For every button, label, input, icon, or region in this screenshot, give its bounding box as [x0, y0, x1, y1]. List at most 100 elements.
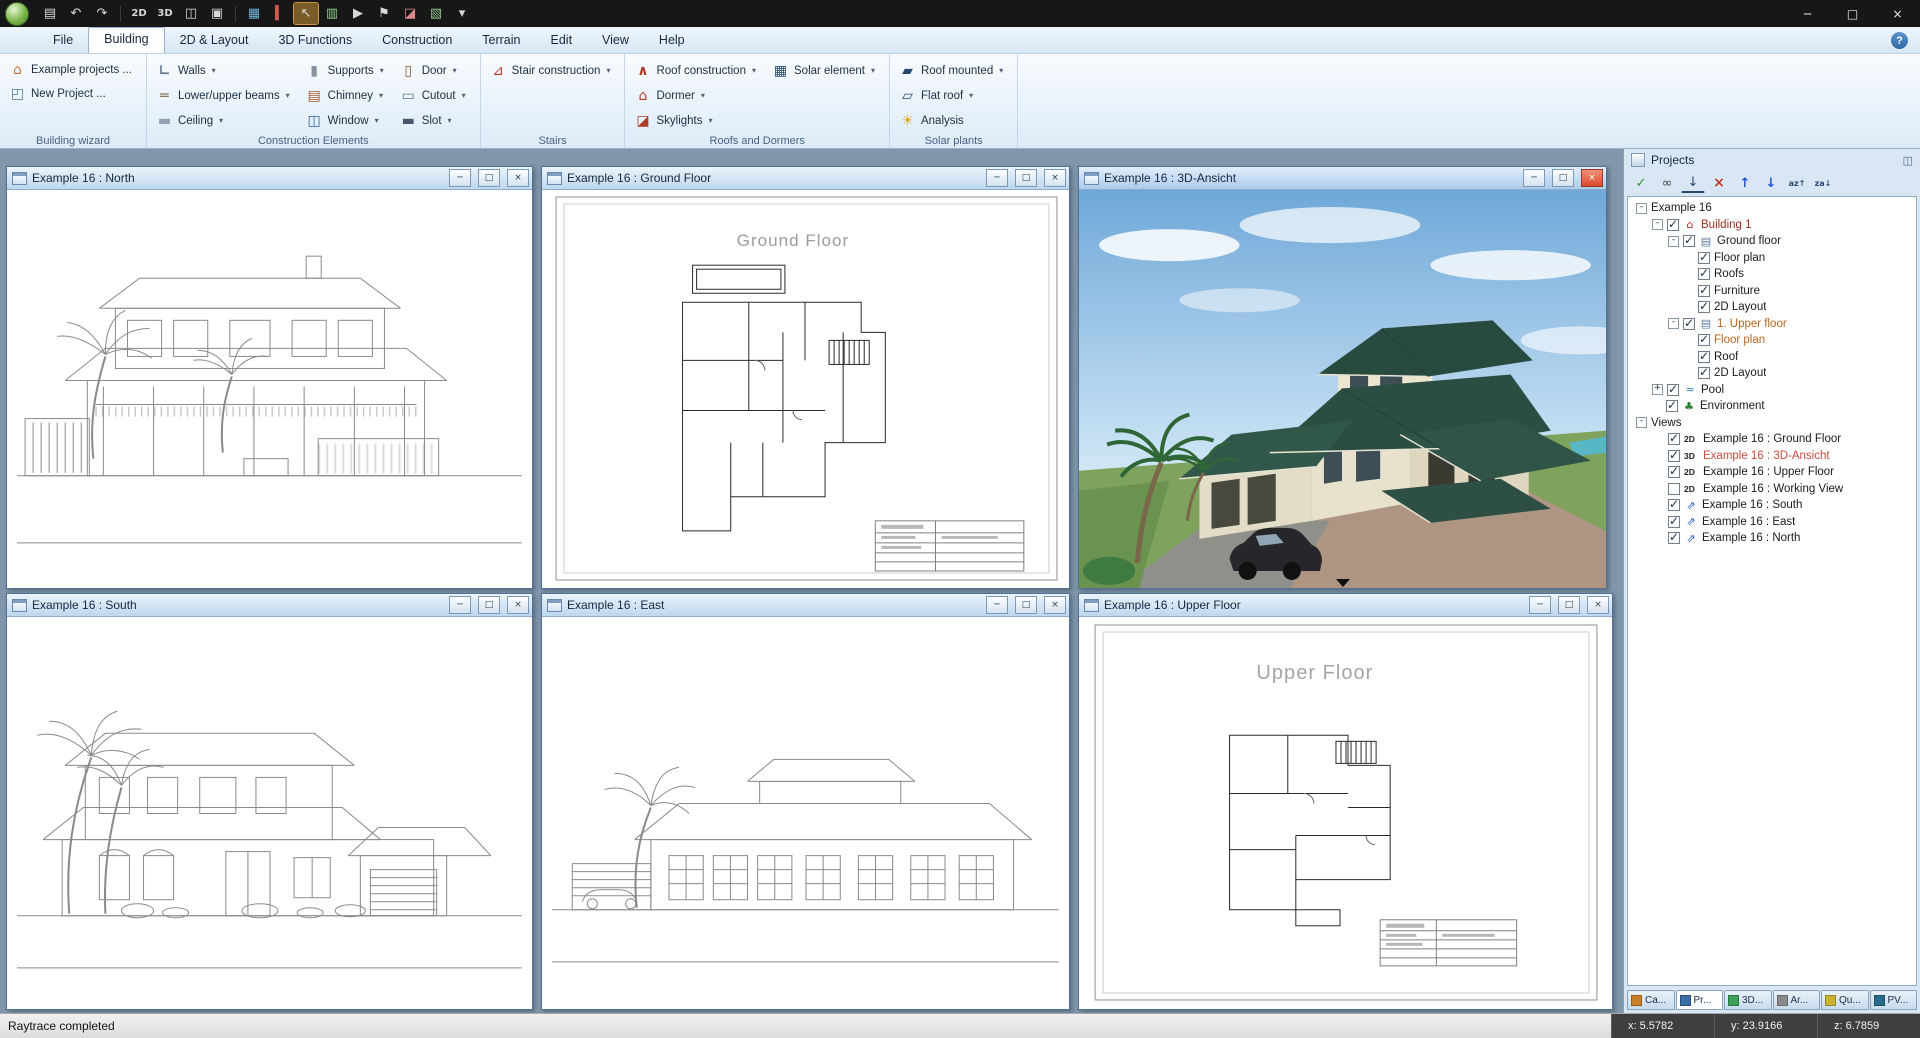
new-project-button[interactable]: New Project ... — [9, 82, 132, 106]
minimize-icon[interactable]: ─ — [1785, 0, 1830, 27]
checkbox[interactable] — [1668, 433, 1680, 445]
drawing-canvas-upper-floor[interactable]: Upper Floor — [1079, 617, 1612, 1009]
window-titlebar[interactable]: Example 16 : Ground Floor ─ □ × — [542, 167, 1069, 190]
tree-item[interactable]: 2D Layout — [1628, 365, 1916, 382]
tree-item-views[interactable]: Views — [1628, 415, 1916, 432]
checkbox[interactable] — [1666, 400, 1678, 412]
project-tree[interactable]: Example 16 ⌂ Building 1 ▤ Ground floor F… — [1627, 196, 1917, 986]
panel-tab-area[interactable]: Ar... — [1773, 990, 1821, 1010]
tree-item-view-ground-floor[interactable]: 2D Example 16 : Ground Floor — [1628, 431, 1916, 448]
close-icon[interactable]: × — [1875, 0, 1920, 27]
minimize-button[interactable]: ─ — [986, 596, 1008, 614]
move-down-icon[interactable]: ↓ — [1759, 172, 1783, 194]
flag-icon[interactable]: ⚑ — [372, 3, 396, 24]
checkbox[interactable] — [1667, 384, 1679, 396]
panel-tab-catalog[interactable]: Ca... — [1627, 990, 1675, 1010]
checkbox[interactable] — [1698, 351, 1710, 363]
pointer-icon[interactable]: ▶ — [346, 3, 370, 24]
solar-element-button[interactable]: Solar element▾ — [772, 59, 875, 83]
tab-terrain[interactable]: Terrain — [467, 29, 535, 53]
tab-construction[interactable]: Construction — [367, 29, 467, 53]
tile-windows-icon[interactable]: ◫ — [179, 3, 203, 24]
undo-icon[interactable]: ↶ — [64, 3, 88, 24]
tree-item[interactable]: Roofs — [1628, 266, 1916, 283]
window-titlebar[interactable]: Example 16 : South ─ □ × — [7, 594, 532, 617]
new-document-icon[interactable]: ▤ — [38, 3, 62, 24]
collapse-icon[interactable] — [1668, 318, 1679, 329]
tree-item-view-upper-floor[interactable]: 2D Example 16 : Upper Floor — [1628, 464, 1916, 481]
view-2d-icon[interactable]: 2D — [127, 3, 151, 24]
roof-mounted-button[interactable]: Roof mounted▾ — [899, 59, 1003, 83]
checkbox[interactable] — [1698, 252, 1710, 264]
analysis-button[interactable]: Analysis — [899, 109, 1003, 133]
close-button[interactable]: × — [507, 596, 529, 614]
maximize-button[interactable]: □ — [1552, 169, 1574, 187]
tab-building[interactable]: Building — [88, 27, 164, 53]
sort-asc-icon[interactable]: az↑ — [1785, 172, 1809, 194]
checkbox[interactable] — [1698, 367, 1710, 379]
walls-button[interactable]: Walls▾ — [156, 59, 290, 83]
redo-icon[interactable]: ↷ — [90, 3, 114, 24]
tab-view[interactable]: View — [587, 29, 644, 53]
chimney-button[interactable]: Chimney▾ — [306, 84, 384, 108]
tree-item[interactable]: Furniture — [1628, 283, 1916, 300]
panel-tab-projects[interactable]: Pr... — [1676, 990, 1724, 1010]
window-titlebar[interactable]: Example 16 : Upper Floor ─ □ × — [1079, 594, 1612, 617]
select-icon[interactable]: ↖ — [294, 3, 318, 24]
tree-item-environment[interactable]: ♣ Environment — [1628, 398, 1916, 415]
panel-tab-pv[interactable]: PV... — [1870, 990, 1918, 1010]
close-button[interactable]: × — [1044, 169, 1066, 187]
checkbox[interactable] — [1698, 285, 1710, 297]
render-canvas-3d[interactable] — [1079, 190, 1606, 588]
maximize-icon[interactable]: □ — [1830, 0, 1875, 27]
panel-tab-3d[interactable]: 3D... — [1724, 990, 1772, 1010]
tree-item-building-1[interactable]: ⌂ Building 1 — [1628, 217, 1916, 234]
close-button[interactable]: × — [1587, 596, 1609, 614]
stair-construction-button[interactable]: Stair construction▾ — [490, 59, 611, 83]
door-button[interactable]: Door▾ — [400, 59, 466, 83]
checkbox[interactable] — [1698, 268, 1710, 280]
lower-upper-beams-button[interactable]: Lower/upper beams▾ — [156, 84, 290, 108]
draw-icon[interactable]: ▍ — [268, 3, 292, 24]
expand-icon[interactable] — [1652, 384, 1663, 395]
panel-tab-quantities[interactable]: Qu... — [1821, 990, 1869, 1010]
minimize-button[interactable]: ─ — [449, 596, 471, 614]
checkbox[interactable] — [1668, 516, 1680, 528]
skylights-button[interactable]: Skylights▾ — [634, 109, 756, 133]
drawing-canvas-ground-floor[interactable]: Ground Floor — [542, 190, 1069, 588]
import-icon[interactable]: ↓ — [1681, 174, 1705, 193]
texture-icon[interactable]: ▧ — [424, 3, 448, 24]
collapse-icon[interactable] — [1668, 236, 1679, 247]
tab-edit[interactable]: Edit — [536, 29, 588, 53]
tree-item-view-east[interactable]: ⇗ Example 16 : East — [1628, 514, 1916, 531]
drawing-canvas-north[interactable] — [7, 190, 532, 588]
delete-icon[interactable]: × — [1707, 172, 1731, 194]
tree-item-upper-floor[interactable]: ▤ 1. Upper floor — [1628, 316, 1916, 333]
tree-item-pool[interactable]: ≈ Pool — [1628, 382, 1916, 399]
tree-item[interactable]: Floor plan — [1628, 332, 1916, 349]
chart-icon[interactable]: ▥ — [320, 3, 344, 24]
maximize-button[interactable]: □ — [1015, 169, 1037, 187]
help-icon[interactable]: ? — [1891, 32, 1908, 49]
checkbox[interactable] — [1668, 450, 1680, 462]
collapse-icon[interactable] — [1652, 219, 1663, 230]
tab-file[interactable]: File — [38, 29, 88, 53]
flat-roof-button[interactable]: Flat roof▾ — [899, 84, 1003, 108]
checkbox[interactable] — [1683, 318, 1695, 330]
panel-options-icon[interactable]: ◫ — [1903, 154, 1913, 167]
more-tools-icon[interactable]: ▾ — [450, 3, 474, 24]
maximize-button[interactable]: □ — [1558, 596, 1580, 614]
checkbox[interactable] — [1698, 334, 1710, 346]
glasses-icon[interactable]: ∞ — [1655, 172, 1679, 194]
maximize-button[interactable]: □ — [1015, 596, 1037, 614]
roof-construction-button[interactable]: Roof construction▾ — [634, 59, 756, 83]
maximize-button[interactable]: □ — [478, 596, 500, 614]
view-3d-icon[interactable]: 3D — [153, 3, 177, 24]
window-titlebar[interactable]: Example 16 : East ─ □ × — [542, 594, 1069, 617]
tree-item[interactable]: Floor plan — [1628, 250, 1916, 267]
tree-item-view-south[interactable]: ⇗ Example 16 : South — [1628, 497, 1916, 514]
sort-desc-icon[interactable]: za↓ — [1811, 172, 1835, 194]
drawing-canvas-south[interactable] — [7, 617, 532, 1009]
example-projects-button[interactable]: Example projects ... — [9, 58, 132, 82]
close-button[interactable]: × — [507, 169, 529, 187]
